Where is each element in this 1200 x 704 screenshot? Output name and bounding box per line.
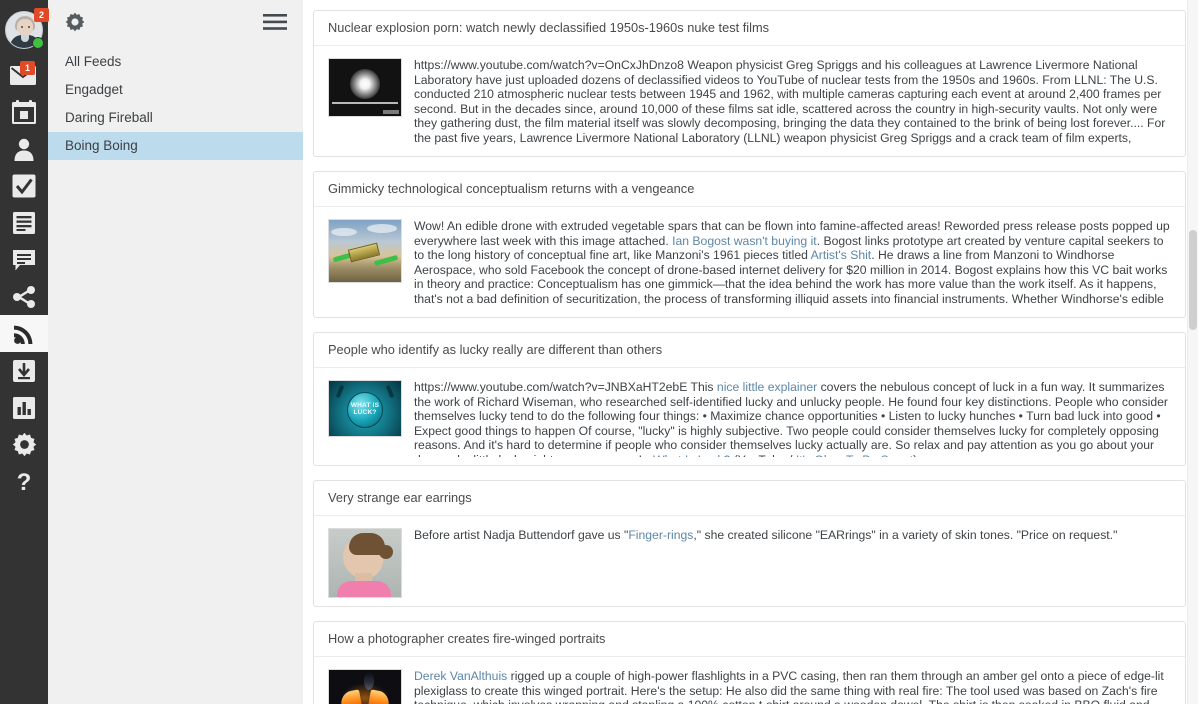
edible-drone-thumbnail bbox=[328, 219, 402, 283]
article-card[interactable]: Gimmicky technological conceptualism ret… bbox=[313, 171, 1186, 318]
rail-item-settings[interactable] bbox=[0, 426, 48, 463]
calendar-icon bbox=[12, 99, 36, 124]
rail-item-contacts[interactable] bbox=[0, 130, 48, 167]
main-scrollbar[interactable] bbox=[1188, 0, 1198, 704]
rail-item-notes[interactable] bbox=[0, 204, 48, 241]
article-body: WHAT IS LUCK? https://www.youtube.com/wat… bbox=[314, 368, 1185, 465]
mail-notification-badge: 1 bbox=[20, 60, 35, 75]
scrollbar-thumb[interactable] bbox=[1189, 230, 1197, 330]
article-excerpt: Before artist Nadja Buttendorf gave us "… bbox=[414, 528, 1118, 542]
article-title[interactable]: How a photographer creates fire-winged p… bbox=[314, 622, 1185, 657]
article-body: Derek VanAlthuis rigged up a couple of h… bbox=[314, 657, 1185, 704]
rail-item-calendar[interactable] bbox=[0, 93, 48, 130]
article-link[interactable]: What Is Luck? bbox=[653, 453, 730, 457]
article-excerpt: https://www.youtube.com/watch?v=JNBXaHT2… bbox=[414, 380, 1173, 457]
rail-item-tasks[interactable] bbox=[0, 167, 48, 204]
article-list: Nuclear explosion porn: watch newly decl… bbox=[303, 0, 1200, 704]
feed-sidebar: All Feeds Engadget Daring Fireball Boing… bbox=[48, 0, 303, 704]
rail-item-chat[interactable] bbox=[0, 241, 48, 278]
app-window: 2 1 ? All Feeds Engadget Daring Fireball… bbox=[0, 0, 1200, 704]
feed-list: All Feeds Engadget Daring Fireball Boing… bbox=[48, 48, 303, 160]
article-title[interactable]: Nuclear explosion porn: watch newly decl… bbox=[314, 11, 1185, 46]
feed-item-daring-fireball[interactable]: Daring Fireball bbox=[48, 104, 303, 132]
article-card[interactable]: Nuclear explosion porn: watch newly decl… bbox=[313, 10, 1186, 157]
sidebar-menu-button[interactable] bbox=[263, 13, 287, 31]
article-excerpt: Derek VanAlthuis rigged up a couple of h… bbox=[414, 669, 1164, 704]
feed-item-engadget[interactable]: Engadget bbox=[48, 76, 303, 104]
person-icon bbox=[14, 138, 34, 161]
rail-item-feeds[interactable] bbox=[0, 315, 48, 352]
checkbox-icon bbox=[12, 174, 36, 197]
bar-chart-icon bbox=[13, 396, 35, 419]
avatar-notification-badge: 2 bbox=[34, 8, 49, 22]
hamburger-menu-icon bbox=[263, 14, 287, 30]
article-card[interactable]: How a photographer creates fire-winged p… bbox=[313, 621, 1186, 704]
gear-icon bbox=[12, 432, 36, 457]
article-body: Wow! An edible drone with extruded veget… bbox=[314, 207, 1185, 317]
article-excerpt: Wow! An edible drone with extruded veget… bbox=[414, 219, 1170, 309]
what-is-luck-thumbnail: WHAT IS LUCK? bbox=[328, 380, 402, 437]
rss-icon bbox=[13, 325, 32, 344]
article-card[interactable]: People who identify as lucky really are … bbox=[313, 332, 1186, 466]
rail-item-downloads[interactable] bbox=[0, 352, 48, 389]
user-avatar[interactable]: 2 bbox=[0, 4, 49, 56]
rail-item-share[interactable] bbox=[0, 278, 48, 315]
feed-item-all-feeds[interactable]: All Feeds bbox=[48, 48, 303, 76]
article-title[interactable]: Very strange ear earrings bbox=[314, 481, 1185, 516]
article-excerpt: https://www.youtube.com/watch?v=OnCxJhDn… bbox=[414, 58, 1166, 148]
download-icon bbox=[13, 359, 35, 382]
article-link[interactable]: It's Okay To Be Smart bbox=[796, 453, 913, 457]
help-question-icon: ? bbox=[17, 469, 32, 495]
rail-item-mail[interactable]: 1 bbox=[0, 56, 48, 93]
article-title[interactable]: Gimmicky technological conceptualism ret… bbox=[314, 172, 1185, 207]
rail-item-help[interactable]: ? bbox=[0, 463, 48, 500]
article-link[interactable]: Ian Bogost wasn't buying it bbox=[672, 234, 817, 248]
sidebar-header bbox=[48, 0, 303, 44]
article-link[interactable]: Artist's Shit bbox=[811, 248, 872, 262]
rail-item-statistics[interactable] bbox=[0, 389, 48, 426]
ear-earrings-thumbnail bbox=[328, 528, 402, 598]
article-card[interactable]: Very strange ear earrings Before artist … bbox=[313, 480, 1186, 607]
fire-wings-thumbnail bbox=[328, 669, 402, 704]
document-icon bbox=[13, 211, 35, 234]
chat-bubble-icon bbox=[13, 249, 35, 270]
article-link[interactable]: Derek VanAlthuis bbox=[414, 669, 507, 683]
article-title[interactable]: People who identify as lucky really are … bbox=[314, 333, 1185, 368]
sidebar-settings-button[interactable] bbox=[65, 12, 85, 32]
nuclear-explosion-thumbnail bbox=[328, 58, 402, 117]
article-body: https://www.youtube.com/watch?v=OnCxJhDn… bbox=[314, 46, 1185, 156]
feed-item-boing-boing[interactable]: Boing Boing bbox=[48, 132, 303, 160]
article-body: Before artist Nadja Buttendorf gave us "… bbox=[314, 516, 1185, 606]
article-link[interactable]: nice little explainer bbox=[717, 380, 817, 394]
svg-text:?: ? bbox=[17, 469, 32, 495]
gear-icon bbox=[65, 12, 85, 32]
article-link[interactable]: Finger-rings bbox=[628, 528, 693, 542]
online-status-dot bbox=[32, 37, 44, 49]
icon-rail: 2 1 ? bbox=[0, 0, 49, 704]
share-icon bbox=[13, 285, 35, 308]
